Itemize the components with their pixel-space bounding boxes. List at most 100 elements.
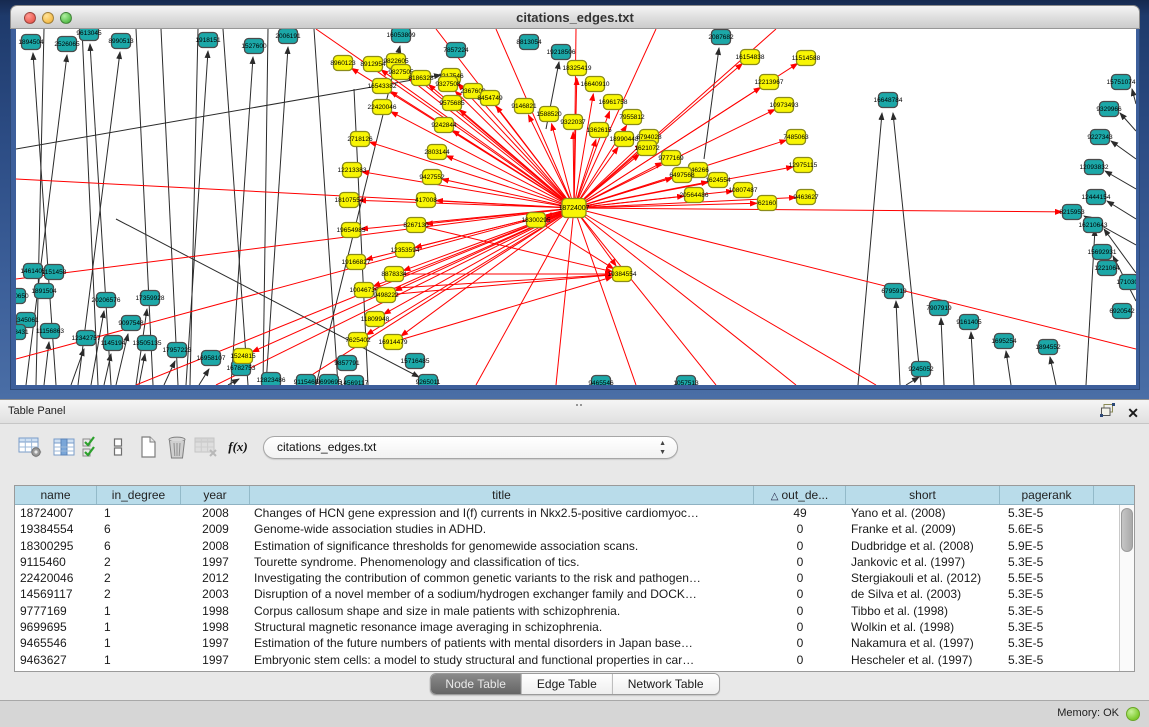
- graph-edge[interactable]: [452, 130, 574, 208]
- graph-edge[interactable]: [573, 132, 574, 208]
- tab-node-table[interactable]: Node Table: [430, 674, 522, 694]
- table-row[interactable]: 1456911722003Disruption of a novel membe…: [15, 586, 1134, 602]
- graph-edge[interactable]: [231, 57, 253, 385]
- delete-table-icon[interactable]: [192, 433, 220, 461]
- column-header-title[interactable]: title: [250, 486, 754, 504]
- graph-edge[interactable]: [1120, 113, 1136, 131]
- graph-edge[interactable]: [16, 208, 574, 279]
- table-cell: Corpus callosum shape and size in male p…: [250, 603, 754, 619]
- graph-edge[interactable]: [460, 110, 574, 208]
- graph-node-label: 12213383: [338, 167, 367, 174]
- graph-edge[interactable]: [1111, 141, 1136, 159]
- graph-edge[interactable]: [386, 275, 612, 295]
- graph-node-label: 19384554: [608, 271, 637, 278]
- column-header-pagerank[interactable]: pagerank: [1000, 486, 1094, 504]
- graph-edge[interactable]: [44, 342, 49, 385]
- graph-edge[interactable]: [199, 369, 209, 385]
- table-row[interactable]: 2242004622012Investigating the contribut…: [15, 570, 1134, 586]
- graph-node-label: 9322037: [560, 119, 586, 126]
- graph-edge[interactable]: [71, 349, 84, 385]
- graph-node-label: 16210643: [1079, 222, 1108, 229]
- table-cell: Changes of HCN gene expression and I(f) …: [250, 505, 754, 521]
- network-window-titlebar[interactable]: citations_edges.txt: [10, 5, 1140, 29]
- table-vertical-scrollbar[interactable]: [1119, 505, 1134, 671]
- graph-edge[interactable]: [1050, 357, 1056, 385]
- table-cell: 0: [754, 652, 846, 668]
- column-header-in_degree[interactable]: in_degree: [97, 486, 181, 504]
- column-header-name[interactable]: name: [15, 486, 97, 504]
- graph-edge[interactable]: [1105, 171, 1136, 189]
- tab-network-table[interactable]: Network Table: [613, 674, 719, 694]
- graph-edge[interactable]: [314, 29, 338, 385]
- table-row[interactable]: 977716911998Corpus callosum shape and si…: [15, 603, 1134, 619]
- close-panel-icon[interactable]: ✕: [1127, 404, 1139, 422]
- graph-node-label: 15692931: [1088, 249, 1117, 256]
- memory-status-indicator[interactable]: [1126, 707, 1140, 721]
- graph-edge[interactable]: [266, 47, 288, 385]
- graph-edge[interactable]: [896, 301, 900, 385]
- table-row[interactable]: 946362711997Embryonic stem cells: a mode…: [15, 652, 1134, 668]
- table-cell: 2012: [181, 570, 250, 586]
- graph-edge[interactable]: [1006, 351, 1011, 385]
- graph-edge[interactable]: [359, 200, 574, 208]
- table-selector-dropdown[interactable]: citations_edges.txt ▲▼: [263, 436, 678, 459]
- table-row[interactable]: 1938455462009Genome-wide association stu…: [15, 521, 1134, 537]
- column-header-year[interactable]: year: [181, 486, 250, 504]
- graph-edge[interactable]: [223, 29, 248, 385]
- column-header-short[interactable]: short: [846, 486, 1000, 504]
- select-columns-icon[interactable]: [78, 433, 106, 461]
- graph-edge[interactable]: [971, 332, 974, 385]
- graph-edge[interactable]: [1132, 89, 1136, 104]
- table-row[interactable]: 1872400712008Changes of HCN gene express…: [15, 505, 1134, 521]
- graph-edge[interactable]: [574, 208, 1136, 349]
- tab-edge-table[interactable]: Edge Table: [522, 674, 613, 694]
- graph-edge[interactable]: [906, 377, 919, 385]
- graph-edge[interactable]: [574, 208, 796, 385]
- graph-edge[interactable]: [536, 220, 614, 269]
- network-window: citations_edges.txt 18945042526065961304…: [10, 5, 1140, 390]
- graph-edge[interactable]: [190, 29, 198, 385]
- graph-node-label: 17359928: [136, 295, 165, 302]
- table-cell: 2009: [181, 521, 250, 537]
- row-height-icon[interactable]: [104, 433, 132, 461]
- graph-node-label: 1588520: [536, 111, 562, 118]
- network-canvas[interactable]: 1894504252606596130458990513191815115276…: [16, 29, 1136, 385]
- table-row[interactable]: 911546021997Tourette syndrome. Phenomeno…: [15, 554, 1134, 570]
- graph-edge[interactable]: [574, 208, 636, 385]
- graph-edge[interactable]: [136, 29, 153, 385]
- graph-edge[interactable]: [704, 48, 719, 159]
- table-row[interactable]: 946554611997Estimation of the future num…: [15, 635, 1134, 651]
- scrollbar-thumb[interactable]: [1121, 508, 1133, 552]
- function-builder-icon[interactable]: f(x): [224, 433, 252, 461]
- table-cell: 14569117: [15, 586, 97, 602]
- graph-edge[interactable]: [228, 379, 239, 385]
- graph-edge[interactable]: [858, 113, 882, 385]
- graph-node-label: 18325419: [563, 65, 592, 72]
- graph-edge[interactable]: [941, 318, 944, 385]
- table-cell: 0: [754, 570, 846, 586]
- table-settings-icon[interactable]: [16, 433, 44, 461]
- column-chooser-icon[interactable]: [50, 433, 78, 461]
- graph-edge[interactable]: [893, 113, 921, 385]
- new-table-icon[interactable]: [134, 433, 162, 461]
- graph-node-label: 13505135: [133, 340, 162, 347]
- column-header-out_de...[interactable]: △out_de...: [754, 486, 846, 504]
- graph-edge[interactable]: [574, 208, 716, 385]
- graph-node-label: 8267130: [403, 222, 429, 229]
- graph-edge[interactable]: [161, 29, 178, 385]
- graph-edge[interactable]: [186, 51, 208, 385]
- float-panel-icon[interactable]: [1100, 403, 1115, 422]
- graph-node-label: 11809948: [361, 316, 390, 323]
- table-row[interactable]: 969969511998Structural magnetic resonanc…: [15, 619, 1134, 635]
- graph-edge[interactable]: [574, 208, 876, 385]
- table-row[interactable]: 1830029562008Estimation of significance …: [15, 538, 1134, 554]
- graph-edge[interactable]: [1107, 201, 1136, 219]
- splitter-handle[interactable]: [575, 403, 583, 408]
- graph-node-label: 1345061: [16, 317, 39, 324]
- graph-node-label: 9161405: [956, 319, 982, 326]
- table-cell: 1997: [181, 635, 250, 651]
- graph-edge[interactable]: [574, 94, 593, 208]
- graph-edge[interactable]: [574, 208, 1062, 212]
- delete-column-icon[interactable]: [163, 433, 191, 461]
- graph-node-label: 1894552: [1035, 344, 1061, 351]
